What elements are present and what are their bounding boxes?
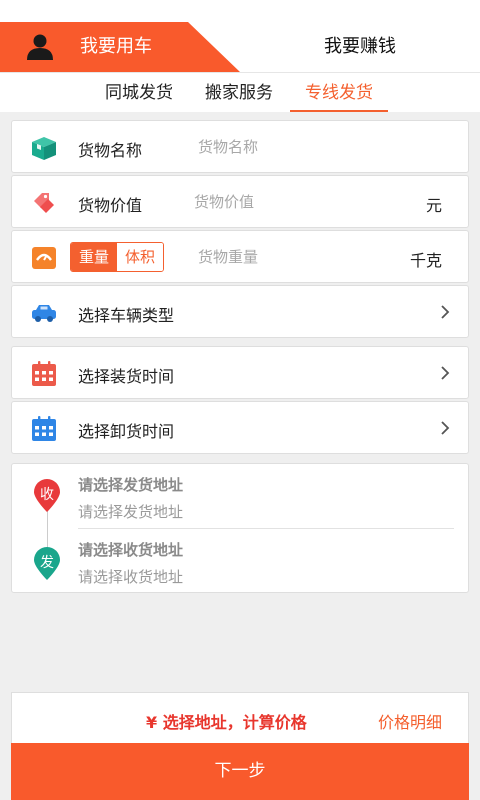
next-step-button[interactable]: 下一步	[11, 743, 469, 800]
tab-dedicated-line[interactable]: 专线发货	[290, 73, 388, 113]
chevron-right-icon	[441, 305, 450, 319]
sender-address-subtitle: 请选择发货地址	[78, 503, 184, 521]
currency-unit: 元	[425, 196, 442, 215]
weight-unit: 千克	[409, 251, 442, 270]
vehicle-type-row[interactable]: 选择车辆类型	[11, 285, 469, 338]
toggle-volume[interactable]: 体积	[117, 243, 163, 271]
role-tab-user[interactable]: 我要用车	[0, 22, 240, 72]
role-tab-driver[interactable]: 我要赚钱	[240, 22, 480, 72]
calendar-load-icon	[32, 361, 56, 386]
cargo-name-row: 货物名称	[11, 120, 469, 173]
cargo-measure-row: 重量 体积 千克	[11, 230, 469, 283]
unload-time-label: 选择卸货时间	[78, 422, 175, 441]
role-tab-user-label: 我要用车	[80, 36, 152, 57]
cargo-weight-input[interactable]	[198, 246, 378, 268]
role-switcher: 我要用车 我要赚钱	[0, 0, 480, 72]
price-tag-icon	[34, 193, 54, 213]
address-card: 收 请选择发货地址 请选择发货地址 发 请选择收货地址 请选择收货地址	[11, 463, 469, 593]
toggle-weight[interactable]: 重量	[71, 243, 117, 271]
box-icon	[32, 137, 56, 160]
price-estimate: ¥ 选择地址，计算价格	[146, 713, 307, 732]
sender-address-title: 请选择发货地址	[78, 476, 184, 494]
chevron-right-icon	[441, 366, 450, 380]
cargo-value-label: 货物价值	[78, 196, 143, 215]
service-tabs: 同城发货 搬家服务 专线发货	[0, 72, 480, 112]
calendar-unload-icon	[32, 416, 56, 441]
receiver-address-subtitle: 请选择收货地址	[78, 568, 184, 586]
cargo-value-row: 货物价值 元	[11, 175, 469, 228]
scale-icon	[32, 247, 56, 269]
chevron-right-icon	[441, 421, 450, 435]
receiver-address-title: 请选择收货地址	[78, 541, 184, 559]
weight-volume-toggle[interactable]: 重量 体积	[70, 242, 164, 272]
cargo-name-input[interactable]	[198, 136, 398, 158]
sender-pin-label: 收	[40, 487, 54, 503]
price-detail-link[interactable]: 价格明细	[378, 709, 442, 733]
car-icon	[32, 305, 56, 322]
address-divider	[78, 528, 454, 529]
tab-moving[interactable]: 搬家服务	[200, 73, 278, 113]
tab-same-city[interactable]: 同城发货	[100, 73, 178, 113]
load-time-row[interactable]: 选择装货时间	[11, 346, 469, 399]
cargo-value-input[interactable]	[194, 191, 394, 213]
user-icon	[27, 34, 53, 60]
vehicle-type-label: 选择车辆类型	[78, 306, 175, 325]
cargo-name-label: 货物名称	[78, 141, 143, 160]
receiver-pin-label: 发	[40, 555, 54, 571]
load-time-label: 选择装货时间	[78, 367, 175, 386]
unload-time-row[interactable]: 选择卸货时间	[11, 401, 469, 454]
